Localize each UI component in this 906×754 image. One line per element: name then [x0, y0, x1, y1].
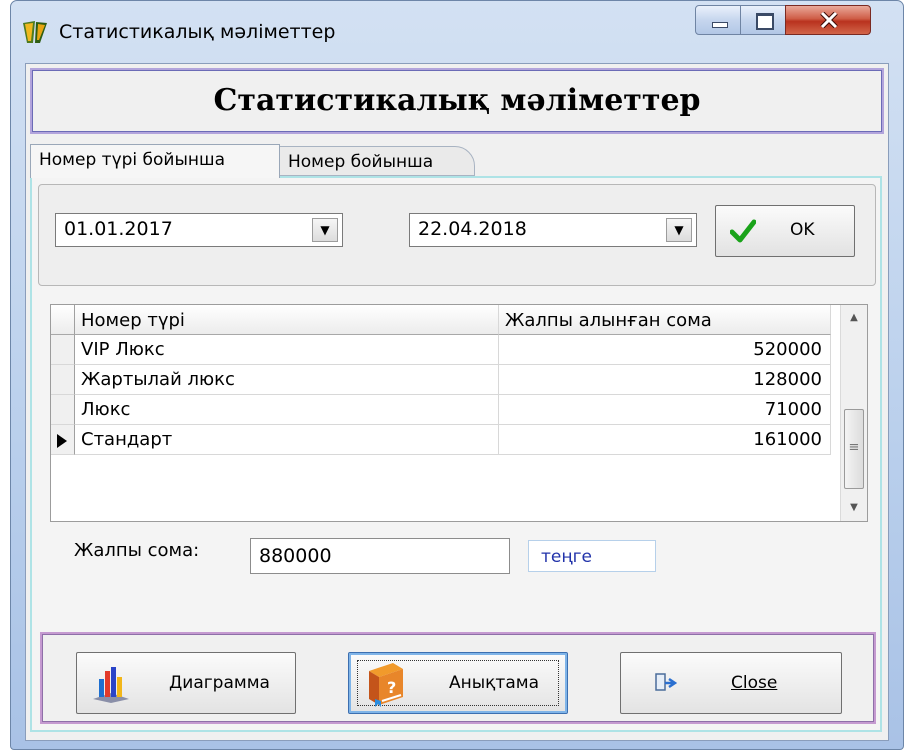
- maximize-icon: [756, 13, 774, 30]
- ok-label: OK: [790, 220, 815, 240]
- room-type-cell[interactable]: Стандарт: [75, 425, 499, 455]
- date-filter-panel: 01.01.2017 ▼ 22.04.2018 ▼ OK: [38, 184, 876, 286]
- current-row-pointer-icon: [57, 434, 67, 448]
- total-sum-field[interactable]: 880000: [250, 538, 510, 574]
- date-to-value: 22.04.2018: [418, 218, 527, 240]
- sum-cell[interactable]: 520000: [499, 335, 831, 365]
- scroll-thumb[interactable]: ≡: [844, 409, 864, 489]
- tab-label: Номер түрі бойынша: [39, 150, 225, 170]
- svg-text:?: ?: [387, 678, 396, 697]
- sum-cell[interactable]: 71000: [499, 395, 831, 425]
- tab-by-room-type[interactable]: Номер түрі бойынша: [30, 144, 280, 178]
- room-type-cell[interactable]: Люкс: [75, 395, 499, 425]
- vertical-scrollbar[interactable]: ▲ ≡ ▼: [840, 305, 867, 521]
- row-indicator[interactable]: [51, 365, 75, 395]
- row-indicator[interactable]: [51, 395, 75, 425]
- chevron-down-icon[interactable]: ▼: [312, 218, 338, 242]
- action-button-panel: Диаграмма ? Анықтама Close: [40, 632, 876, 724]
- checkmark-icon: [730, 219, 756, 243]
- title-bar[interactable]: Статистикалық мәліметтер: [11, 1, 903, 63]
- sum-cell[interactable]: 161000: [499, 425, 831, 455]
- row-indicator[interactable]: [51, 425, 75, 455]
- tab-by-room[interactable]: Номер бойынша: [275, 146, 475, 176]
- help-button[interactable]: ? Анықтама: [348, 652, 568, 714]
- column-header-total-sum[interactable]: Жалпы алынған сома: [499, 305, 831, 335]
- exit-door-icon: [655, 673, 677, 691]
- stats-table[interactable]: Номер түрі Жалпы алынған сома VIP Люкс 5…: [50, 304, 868, 522]
- help-label: Анықтама: [449, 673, 539, 693]
- table-row[interactable]: VIP Люкс 520000: [51, 335, 841, 365]
- room-type-cell[interactable]: VIP Люкс: [75, 335, 499, 365]
- page-title: Статистикалық мәліметтер: [213, 83, 701, 118]
- scroll-up-icon[interactable]: ▲: [841, 305, 867, 331]
- sum-cell[interactable]: 128000: [499, 365, 831, 395]
- date-from-value: 01.01.2017: [64, 218, 173, 240]
- minimize-icon: [712, 22, 728, 28]
- diagram-label: Диаграмма: [169, 673, 270, 693]
- row-indicator-header: [51, 305, 75, 335]
- header-panel: Статистикалық мәліметтер: [30, 68, 884, 134]
- maximize-button[interactable]: [740, 5, 786, 35]
- window-title: Статистикалық мәліметтер: [59, 21, 336, 43]
- scroll-down-icon[interactable]: ▼: [841, 495, 867, 521]
- help-book-icon: ?: [369, 663, 403, 707]
- app-logo-icon: [23, 21, 47, 43]
- tab-label: Номер бойынша: [288, 152, 434, 172]
- date-to-select[interactable]: 22.04.2018 ▼: [409, 213, 697, 247]
- close-window-button[interactable]: [785, 5, 871, 35]
- client-area: Статистикалық мәліметтер Номер түрі бойы…: [25, 63, 889, 741]
- close-icon: [820, 12, 838, 28]
- row-indicator[interactable]: [51, 335, 75, 365]
- close-button[interactable]: Close: [620, 652, 842, 714]
- ok-button[interactable]: OK: [715, 205, 855, 257]
- total-sum-label: Жалпы сома:: [74, 540, 200, 561]
- room-type-cell[interactable]: Жартылай люкс: [75, 365, 499, 395]
- table-header-row: Номер түрі Жалпы алынған сома: [51, 305, 841, 335]
- minimize-button[interactable]: [695, 5, 741, 35]
- close-label: Close: [731, 673, 778, 693]
- tab-page: 01.01.2017 ▼ 22.04.2018 ▼ OK Номер түрі …: [30, 176, 882, 732]
- table-row[interactable]: Стандарт 161000: [51, 425, 841, 455]
- currency-field: теңге: [528, 540, 656, 572]
- chevron-down-icon[interactable]: ▼: [666, 218, 692, 242]
- tab-strip: Номер түрі бойынша Номер бойынша: [30, 144, 530, 178]
- window: Статистикалық мәліметтер Статистикалық м…: [10, 0, 904, 750]
- diagram-button[interactable]: Диаграмма: [76, 652, 296, 714]
- column-header-room-type[interactable]: Номер түрі: [75, 305, 499, 335]
- bar-chart-icon: [93, 667, 129, 703]
- table-row[interactable]: Люкс 71000: [51, 395, 841, 425]
- table-row[interactable]: Жартылай люкс 128000: [51, 365, 841, 395]
- date-from-select[interactable]: 01.01.2017 ▼: [55, 213, 343, 247]
